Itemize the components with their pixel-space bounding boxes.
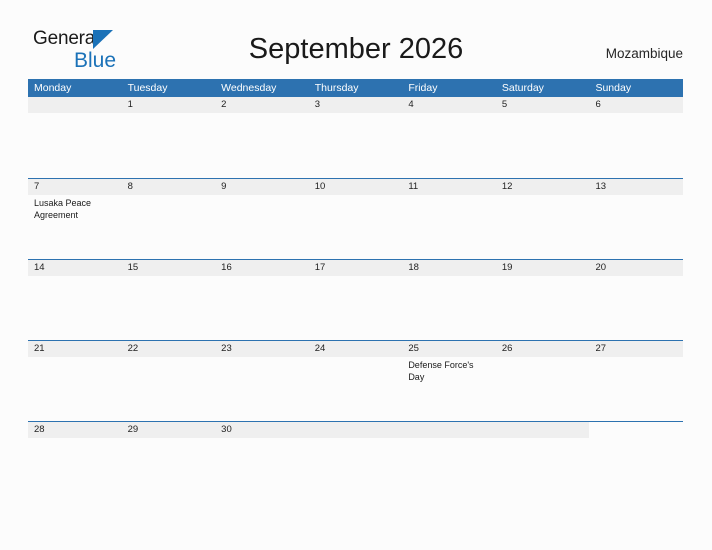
- general-blue-logo[interactable]: General Blue: [33, 28, 125, 72]
- day-number: 29: [127, 424, 139, 435]
- calendar-day-cell[interactable]: 8: [122, 179, 216, 259]
- calendar-day-cell[interactable]: 4: [402, 97, 496, 178]
- day-number: 9: [221, 181, 227, 192]
- calendar-day-cell[interactable]: 1: [122, 97, 216, 178]
- calendar-day-cell-empty: [309, 422, 403, 502]
- calendar-day-cell[interactable]: 16: [215, 260, 309, 340]
- day-number: 11: [408, 181, 419, 192]
- weekday-header-wednesday: Wednesday: [221, 82, 277, 94]
- day-number: 5: [501, 99, 508, 110]
- weekday-header-monday: Monday: [34, 82, 72, 94]
- week-cells: 1 2 3 4 5 6: [28, 97, 683, 178]
- day-number: 23: [221, 343, 232, 354]
- calendar-day-cell[interactable]: 26: [496, 341, 590, 421]
- day-number: 1: [127, 99, 133, 110]
- calendar-day-cell-empty: [496, 422, 590, 502]
- weekday-header-saturday: Saturday: [501, 82, 544, 94]
- day-number: 4: [408, 99, 414, 110]
- calendar-week-row: 7 Lusaka Peace Agreement 8 9 10 11 12 13: [28, 178, 683, 259]
- calendar-day-cell[interactable]: 14: [28, 260, 122, 340]
- calendar-day-cell[interactable]: 24: [309, 341, 403, 421]
- day-number: 10: [314, 181, 326, 192]
- calendar-day-cell[interactable]: 9: [215, 179, 309, 259]
- day-number: 16: [221, 262, 232, 273]
- calendar-grid: Monday Tuesday Wednesday Thursday Friday Satu…: [28, 79, 683, 502]
- calendar-day-cell[interactable]: 12: [496, 179, 590, 259]
- calendar-day-cell[interactable]: 17: [309, 260, 403, 340]
- calendar-day-cell[interactable]: 6: [589, 97, 683, 178]
- day-events: Defense Force's Day: [408, 357, 496, 383]
- day-number: 3: [314, 99, 321, 110]
- week-cells: 21 22 23 24 25 Defense Force's Day 26 27: [28, 341, 683, 421]
- day-number: 15: [127, 262, 139, 273]
- logo-triangle-icon: [93, 30, 113, 49]
- calendar-day-cell[interactable]: 18: [402, 260, 496, 340]
- day-number: 21: [34, 343, 45, 354]
- day-number: 13: [595, 181, 607, 192]
- calendar-day-cell[interactable]: 10: [309, 179, 403, 259]
- page-title: September 2026: [248, 33, 464, 65]
- week-cells: 28 29 30: [28, 422, 683, 502]
- country-label: Mozambique: [605, 46, 683, 61]
- calendar-day-cell[interactable]: 11: [402, 179, 496, 259]
- day-number: 22: [127, 343, 139, 354]
- day-number: 26: [501, 343, 513, 354]
- day-number: 18: [408, 262, 419, 273]
- weekday-header-thursday: Thursday: [314, 82, 359, 94]
- day-number: 28: [34, 424, 45, 435]
- calendar-week-row: 1 2 3 4 5 6: [28, 97, 683, 178]
- calendar-day-cell[interactable]: 13: [589, 179, 683, 259]
- weekday-header-tuesday: Tuesday: [127, 82, 168, 94]
- day-number: 20: [595, 262, 607, 273]
- day-number: 8: [127, 181, 133, 192]
- calendar-day-cell[interactable]: 21: [28, 341, 122, 421]
- calendar-week-row: 14 15 16 17 18 19 20: [28, 259, 683, 340]
- calendar-day-cell[interactable]: 2: [215, 97, 309, 178]
- weekday-header-friday: Friday: [408, 82, 438, 94]
- holiday-event-label: Lusaka Peace Agreement: [34, 198, 92, 220]
- day-number: 2: [221, 99, 227, 110]
- calendar-day-cell[interactable]: 20: [589, 260, 683, 340]
- day-number: 25: [408, 343, 419, 354]
- calendar-week-row: 28 29 30: [28, 421, 683, 502]
- calendar-day-cell[interactable]: 22: [122, 341, 216, 421]
- page-header: General Blue September 2026 Mozambique: [0, 0, 712, 78]
- day-events: Lusaka Peace Agreement: [34, 195, 122, 221]
- calendar-day-cell-empty: [589, 422, 683, 502]
- day-number: 17: [314, 262, 326, 273]
- calendar-body: 1 2 3 4 5 6 7 Lusaka Peace Agreement 8 9 10 11 12 13 1…: [28, 97, 683, 502]
- calendar-day-cell[interactable]: 25 Defense Force's Day: [402, 341, 496, 421]
- week-cells: 7 Lusaka Peace Agreement 8 9 10 11 12 13: [28, 179, 683, 259]
- day-number: 27: [595, 343, 607, 354]
- calendar-day-cell[interactable]: 30: [215, 422, 309, 502]
- day-number: 30: [221, 424, 232, 435]
- day-number: 14: [34, 262, 45, 273]
- calendar-day-cell[interactable]: 23: [215, 341, 309, 421]
- calendar-week-row: 21 22 23 24 25 Defense Force's Day 26 27: [28, 340, 683, 421]
- holiday-event-label: Defense Force's Day: [408, 360, 474, 382]
- calendar-day-cell[interactable]: 5: [496, 97, 590, 178]
- calendar-day-cell[interactable]: 27: [589, 341, 683, 421]
- calendar-day-cell-empty: [402, 422, 496, 502]
- day-number: 19: [501, 262, 513, 273]
- logo-text-blue: Blue: [74, 49, 117, 72]
- weekday-header-row: Monday Tuesday Wednesday Thursday Friday Satu…: [28, 79, 683, 97]
- logo-text-general: General: [33, 28, 100, 49]
- day-number: 24: [314, 343, 326, 354]
- calendar-day-cell[interactable]: 7 Lusaka Peace Agreement: [28, 179, 122, 259]
- calendar-day-cell-empty: [28, 97, 122, 178]
- weekday-header-sunday: Sunday: [595, 82, 632, 94]
- calendar-day-cell[interactable]: 28: [28, 422, 122, 502]
- calendar-day-cell[interactable]: 3: [309, 97, 403, 178]
- calendar-day-cell[interactable]: 15: [122, 260, 216, 340]
- day-number: 12: [501, 181, 513, 192]
- day-number: 7: [34, 181, 40, 192]
- day-number: 6: [595, 99, 601, 110]
- calendar-day-cell[interactable]: 29: [122, 422, 216, 502]
- calendar-day-cell[interactable]: 19: [496, 260, 590, 340]
- week-cells: 14 15 16 17 18 19 20: [28, 260, 683, 340]
